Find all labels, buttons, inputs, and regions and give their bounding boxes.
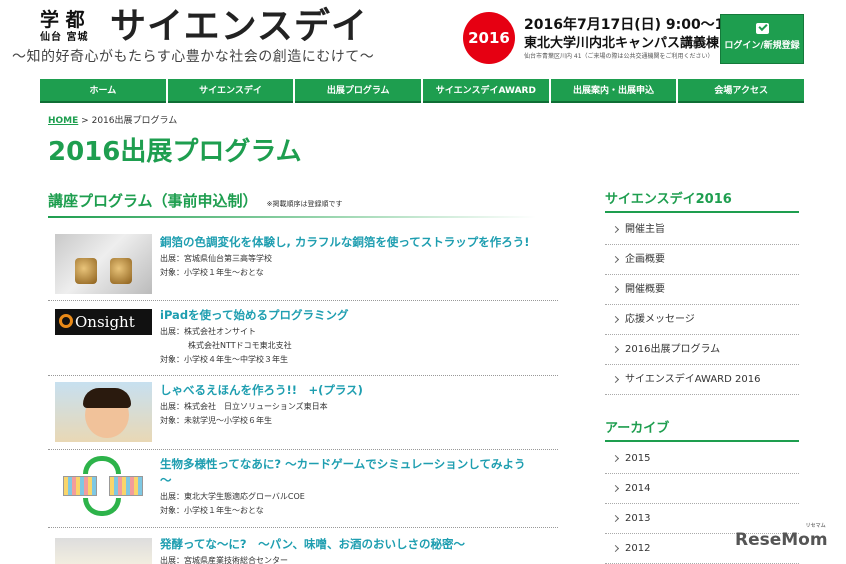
program-title[interactable]: 生物多様性ってなあに? 〜カードゲームでシミュレーションしてみよう <box>160 456 525 472</box>
program-title[interactable]: 発酵ってな〜に? 〜パン、味噌、お酒のおいしさの秘密〜 <box>160 536 465 552</box>
program-title[interactable]: iPadを使って始めるプログラミング <box>160 307 348 323</box>
sidebar-item-overview[interactable]: 開催概要 <box>605 275 799 305</box>
nav-programs[interactable]: 出展プログラム <box>295 79 422 103</box>
section-title: 講座プログラム（事前申込制） <box>48 192 258 210</box>
breadcrumb: HOME > 2016出展プログラム <box>48 113 177 126</box>
program-list: 銅箔の色調変化を体験し, カラフルな銅箔を使ってストラップを作ろう! 出展：宮城… <box>48 226 558 564</box>
tagline: 〜知的好奇心がもたらす心豊かな社会の創造にむけて〜 <box>12 49 375 65</box>
archive-item-2014[interactable]: 2014 <box>605 474 799 504</box>
sidebar-item-programs[interactable]: 2016出展プログラム <box>605 335 799 365</box>
program-exhibitor-2: 株式会社NTTドコモ東北支社 <box>188 341 292 350</box>
program-meta: 出展：宮城県仙台第三高等学校 対象：小学校１年生〜おとな <box>160 252 272 280</box>
nav-home[interactable]: ホーム <box>40 79 166 103</box>
section-header: 講座プログラム（事前申込制） ※掲載順序は登録順です <box>48 190 536 218</box>
program-thumbnail[interactable]: Onsight <box>55 309 152 335</box>
archive-item-2015[interactable]: 2015 <box>605 444 799 474</box>
onsight-logo-text: Onsight <box>75 313 135 331</box>
list-item: 銅箔の色調変化を体験し, カラフルな銅箔を使ってストラップを作ろう! 出展：宮城… <box>48 226 558 301</box>
resemom-watermark: ReseMom リセマム <box>735 523 828 550</box>
sidebar-item-messages[interactable]: 応援メッセージ <box>605 305 799 335</box>
nav-scienceday[interactable]: サイエンスデイ <box>167 79 294 103</box>
program-exhibitor: 出展：東北大学生態適応グローバルCOE <box>160 492 305 501</box>
program-meta: 出展：株式会社オンサイト 株式会社NTTドコモ東北支社 対象：小学校４年生〜中学… <box>160 325 292 367</box>
program-thumbnail[interactable] <box>55 382 152 442</box>
year-badge: 2016 <box>463 12 515 64</box>
breadcrumb-current: 2016出展プログラム <box>91 116 178 126</box>
list-item: 生物多様性ってなあに? 〜カードゲームでシミュレーションしてみよう 〜 出展：東… <box>48 450 558 528</box>
watermark-sub: リセマム <box>805 523 826 529</box>
list-item: Onsight iPadを使って始めるプログラミング 出展：株式会社オンサイト … <box>48 301 558 376</box>
sidebar: サイエンスデイ2016 開催主旨 企画概要 開催概要 応援メッセージ 2016出… <box>605 188 799 564</box>
gakuto-logo[interactable]: 学 都 仙台 宮城 <box>40 10 88 43</box>
list-item: 発酵ってな〜に? 〜パン、味噌、お酒のおいしさの秘密〜 出展：宮城県産業技術総合… <box>48 528 558 564</box>
login-label: ログイン/新規登録 <box>724 41 800 51</box>
program-meta: 出展：株式会社 日立ソリューションズ東日本 対象：未就学児〜小学校６年生 <box>160 400 328 428</box>
section-divider <box>48 216 536 218</box>
site-title[interactable]: サイエンスデイ <box>110 6 368 48</box>
program-title[interactable]: しゃべるえほんを作ろう!! +(プラス) <box>160 382 363 398</box>
program-exhibitor: 出展：株式会社 日立ソリューションズ東日本 <box>160 402 328 411</box>
main-nav: ホーム サイエンスデイ 出展プログラム サイエンスデイAWARD 出展案内・出展… <box>40 79 805 103</box>
strap-charm-icon <box>75 258 97 284</box>
child-photo-hair <box>83 388 131 408</box>
onsight-logo-icon <box>59 314 73 328</box>
checkmark-icon <box>755 23 769 34</box>
program-exhibitor: 出展：宮城県仙台第三高等学校 <box>160 254 272 263</box>
cycle-arrow-icon <box>83 456 121 474</box>
program-target: 対象：小学校１年生〜おとな <box>160 268 264 277</box>
program-thumbnail[interactable] <box>55 234 152 294</box>
program-target: 対象：未就学児〜小学校６年生 <box>160 416 272 425</box>
program-title[interactable]: 銅箔の色調変化を体験し, カラフルな銅箔を使ってストラップを作ろう! <box>160 234 530 250</box>
section-note: ※掲載順序は登録順です <box>266 200 343 208</box>
event-address: 仙台市青葉区川内 41（ご来場の際は公共交通機関をご利用ください） <box>524 53 714 60</box>
breadcrumb-home[interactable]: HOME <box>48 116 78 126</box>
sidebar-title: サイエンスデイ2016 <box>605 188 799 213</box>
cycle-arrow-icon <box>83 498 121 516</box>
strap-charm-icon <box>110 258 132 284</box>
program-title-cont[interactable]: 〜 <box>160 472 172 488</box>
program-exhibitor: 出展：宮城県産業技術総合センター <box>160 556 288 564</box>
logo-sub: 仙台 宮城 <box>40 32 89 43</box>
program-target: 対象：小学校１年生〜おとな <box>160 506 264 515</box>
nav-exhibit-info[interactable]: 出展案内・出展申込 <box>550 79 677 103</box>
page-title: 2016出展プログラム <box>48 137 302 167</box>
card-game-icon <box>109 476 143 496</box>
site-header: 学 都 仙台 宮城 サイエンスデイ 2016 〜知的好奇心がもたらす心豊かな社会… <box>0 0 846 75</box>
archive-title: アーカイブ <box>605 417 799 442</box>
program-meta: 出展：東北大学生態適応グローバルCOE 対象：小学校１年生〜おとな <box>160 490 305 518</box>
sidebar-item-award[interactable]: サイエンスデイAWARD 2016 <box>605 365 799 395</box>
watermark-text: ReseMom <box>735 530 828 550</box>
list-item: しゃべるえほんを作ろう!! +(プラス) 出展：株式会社 日立ソリューションズ東… <box>48 376 558 450</box>
program-exhibitor: 出展：株式会社オンサイト <box>160 327 256 336</box>
nav-award[interactable]: サイエンスデイAWARD <box>423 79 549 103</box>
card-game-icon <box>63 476 97 496</box>
program-thumbnail[interactable] <box>55 454 152 522</box>
sidebar-item-purpose[interactable]: 開催主旨 <box>605 215 799 245</box>
event-venue: 東北大学川内北キャンパス講義棟 <box>524 36 720 51</box>
login-button[interactable]: ログイン/新規登録 <box>720 14 804 64</box>
breadcrumb-separator: > <box>81 116 89 126</box>
program-meta: 出展：宮城県産業技術総合センター <box>160 554 288 564</box>
sidebar-item-plan[interactable]: 企画概要 <box>605 245 799 275</box>
program-target: 対象：小学校４年生〜中学校３年生 <box>160 355 288 364</box>
logo-main: 学 都 <box>40 9 85 31</box>
program-thumbnail[interactable] <box>55 538 152 564</box>
nav-access[interactable]: 会場アクセス <box>678 79 805 103</box>
